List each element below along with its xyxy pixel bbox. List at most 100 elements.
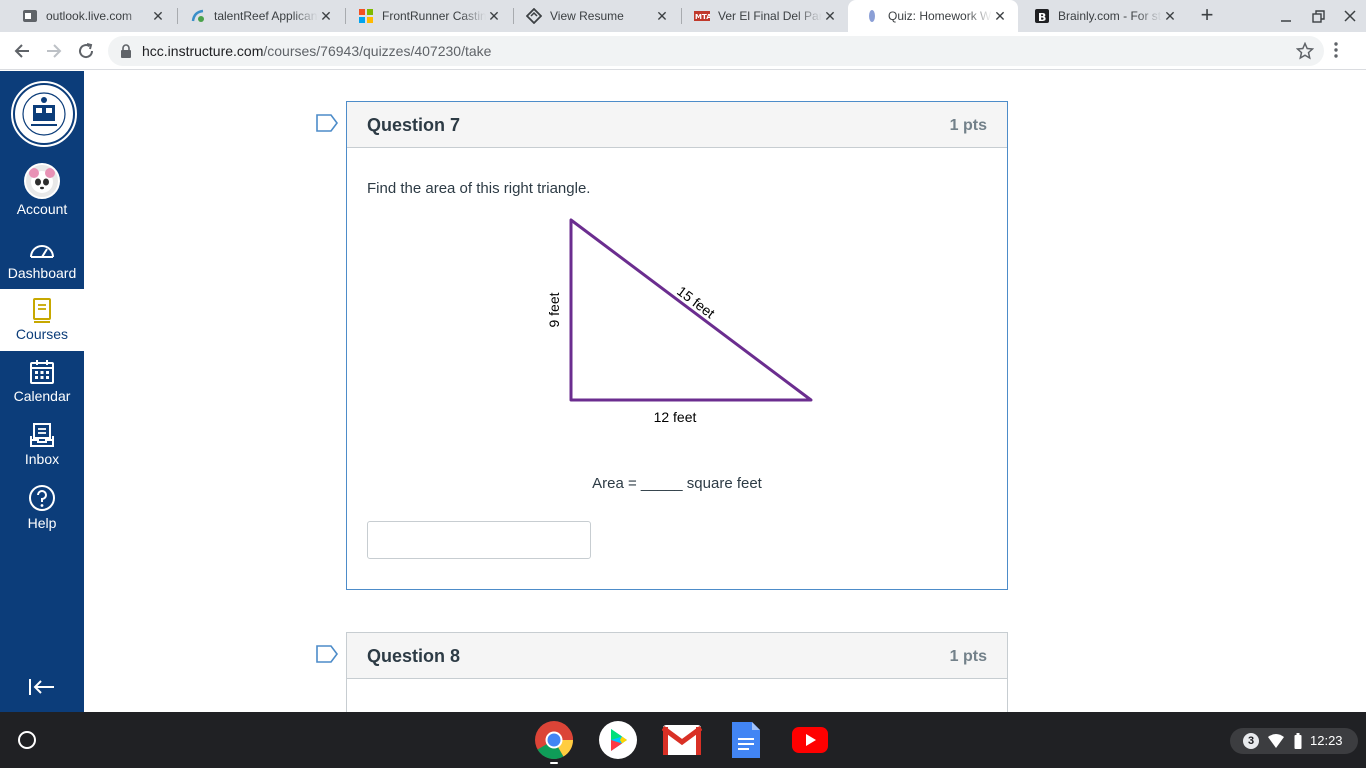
- lock-icon: [120, 44, 132, 63]
- talentreef-icon: [190, 8, 206, 24]
- running-indicator: [550, 762, 558, 764]
- question-header: Question 7 1 pts: [347, 102, 1007, 148]
- close-icon[interactable]: ✕: [486, 8, 502, 25]
- reload-icon: [79, 43, 94, 59]
- question-flag-icon[interactable]: [316, 114, 338, 132]
- gmail-icon[interactable]: [662, 720, 702, 760]
- tab-title: outlook.live.com: [46, 9, 133, 23]
- answer-input[interactable]: [367, 521, 591, 559]
- tab-title: FrontRunner Casting: [382, 9, 486, 23]
- resume-icon: [526, 8, 542, 24]
- browser-tab-strip: outlook.live.com ✕ talentReef Applicant …: [0, 0, 1366, 32]
- inbox-icon: [30, 423, 54, 447]
- restore-button[interactable]: [1308, 6, 1328, 26]
- kebab-menu-icon: [1334, 42, 1338, 58]
- collapse-arrow-icon: [29, 679, 54, 695]
- bookmark-star-icon[interactable]: [1295, 41, 1315, 65]
- url-text: hcc.instructure.com/courses/76943/quizze…: [142, 43, 491, 59]
- wifi-icon: [1268, 734, 1284, 748]
- global-navigation: Account Dashboard Courses Calendar Inbox…: [0, 71, 84, 712]
- os-shelf: 3 12:23: [0, 712, 1366, 768]
- question-header: Question 8 1 pts: [347, 633, 1007, 679]
- nav-inbox[interactable]: Inbox: [0, 422, 84, 484]
- question-flag-icon[interactable]: [316, 645, 338, 663]
- question-points: 1 pts: [949, 117, 987, 134]
- browser-tab-brainly[interactable]: B Brainly.com - For students ✕: [1018, 0, 1188, 32]
- url-path: /courses/76943/quizzes/407230/take: [263, 43, 492, 59]
- notification-count: 3: [1243, 733, 1259, 749]
- close-icon[interactable]: ✕: [822, 8, 838, 25]
- minimize-button[interactable]: [1276, 6, 1296, 26]
- tab-title: View Resume: [550, 9, 624, 23]
- browser-menu-button[interactable]: [1334, 42, 1338, 63]
- youtube-icon[interactable]: [790, 720, 830, 760]
- nav-courses[interactable]: Courses: [0, 289, 84, 351]
- question-card: Question 7 1 pts Find the area of this r…: [346, 101, 1008, 590]
- close-icon[interactable]: ✕: [318, 8, 334, 25]
- browser-tab-outlook[interactable]: outlook.live.com ✕: [6, 0, 176, 32]
- back-arrow-icon: [14, 44, 29, 58]
- address-bar[interactable]: hcc.instructure.com/courses/76943/quizze…: [108, 36, 1324, 66]
- frontrunner-icon: [358, 8, 374, 24]
- docs-icon[interactable]: [726, 720, 766, 760]
- nav-label: Inbox: [24, 451, 60, 467]
- close-icon[interactable]: ✕: [654, 8, 670, 25]
- forward-button[interactable]: [42, 39, 66, 63]
- tab-title: Quiz: Homework Week: [888, 9, 992, 23]
- courses-icon: [33, 298, 51, 323]
- play-store-icon[interactable]: [598, 720, 638, 760]
- browser-tab-talentreef[interactable]: talentReef Applicant ✕: [174, 0, 344, 32]
- nav-help[interactable]: Help: [0, 484, 84, 546]
- nav-label: Calendar: [13, 388, 71, 404]
- nav-label: Account: [16, 201, 68, 217]
- tab-title: Brainly.com - For students: [1058, 9, 1162, 23]
- browser-tab-quiz[interactable]: Quiz: Homework Week ✕: [848, 0, 1018, 32]
- browser-tab-view-resume[interactable]: View Resume ✕: [510, 0, 680, 32]
- close-icon[interactable]: ✕: [150, 8, 166, 25]
- reload-button[interactable]: [74, 39, 98, 63]
- right-triangle-figure: 9 feet 15 feet 12 feet: [546, 218, 813, 422]
- area-statement: Area = _____ square feet: [592, 475, 762, 492]
- status-tray[interactable]: 3 12:23: [1230, 728, 1358, 754]
- url-host: hcc.instructure.com: [142, 43, 264, 59]
- question-prompt: Find the area of this right triangle.: [367, 180, 591, 197]
- tab-title: Ver El Final Del Partido: [718, 9, 822, 23]
- close-icon[interactable]: ✕: [992, 8, 1008, 25]
- mta-icon: MTA: [694, 8, 710, 24]
- college-logo[interactable]: [9, 79, 79, 149]
- outlook-icon: [22, 8, 38, 24]
- svg-text:MTA: MTA: [695, 13, 710, 21]
- new-tab-button[interactable]: +: [1196, 4, 1218, 28]
- browser-tab-frontrunner[interactable]: FrontRunner Casting ✕: [342, 0, 512, 32]
- browser-toolbar: hcc.instructure.com/courses/76943/quizze…: [0, 32, 1366, 70]
- help-icon: [29, 485, 55, 511]
- question-title: Question 8: [367, 646, 461, 666]
- nav-calendar[interactable]: Calendar: [0, 359, 84, 421]
- chrome-icon[interactable]: [534, 720, 574, 760]
- account-avatar-icon: [24, 163, 60, 199]
- launcher-button[interactable]: [18, 731, 36, 749]
- nav-label: Help: [27, 515, 57, 531]
- collapse-nav-button[interactable]: [28, 677, 56, 702]
- battery-icon: [1294, 733, 1302, 749]
- calendar-icon: [30, 360, 54, 384]
- browser-tab-mta[interactable]: MTA Ver El Final Del Partido ✕: [678, 0, 848, 32]
- left-side-label: 9 feet: [546, 292, 562, 327]
- dashboard-icon: [30, 245, 54, 258]
- nav-label: Courses: [15, 326, 69, 342]
- forward-arrow-icon: [47, 44, 62, 58]
- nav-account[interactable]: Account: [0, 163, 84, 225]
- tab-title: talentReef Applicant: [214, 9, 318, 23]
- close-window-button[interactable]: [1340, 6, 1360, 26]
- bottom-side-label: 12 feet: [654, 409, 697, 422]
- question-points: 1 pts: [949, 648, 987, 665]
- canvas-icon: [864, 8, 880, 24]
- question-title: Question 7: [367, 115, 461, 135]
- question-card: Question 8 1 pts: [346, 632, 1008, 722]
- brainly-icon: B: [1034, 8, 1050, 24]
- clock-time: 12:23: [1310, 733, 1343, 748]
- nav-label: Dashboard: [7, 265, 77, 281]
- back-button[interactable]: [10, 39, 34, 63]
- close-icon[interactable]: ✕: [1162, 8, 1178, 25]
- triangle-shape: [569, 218, 813, 402]
